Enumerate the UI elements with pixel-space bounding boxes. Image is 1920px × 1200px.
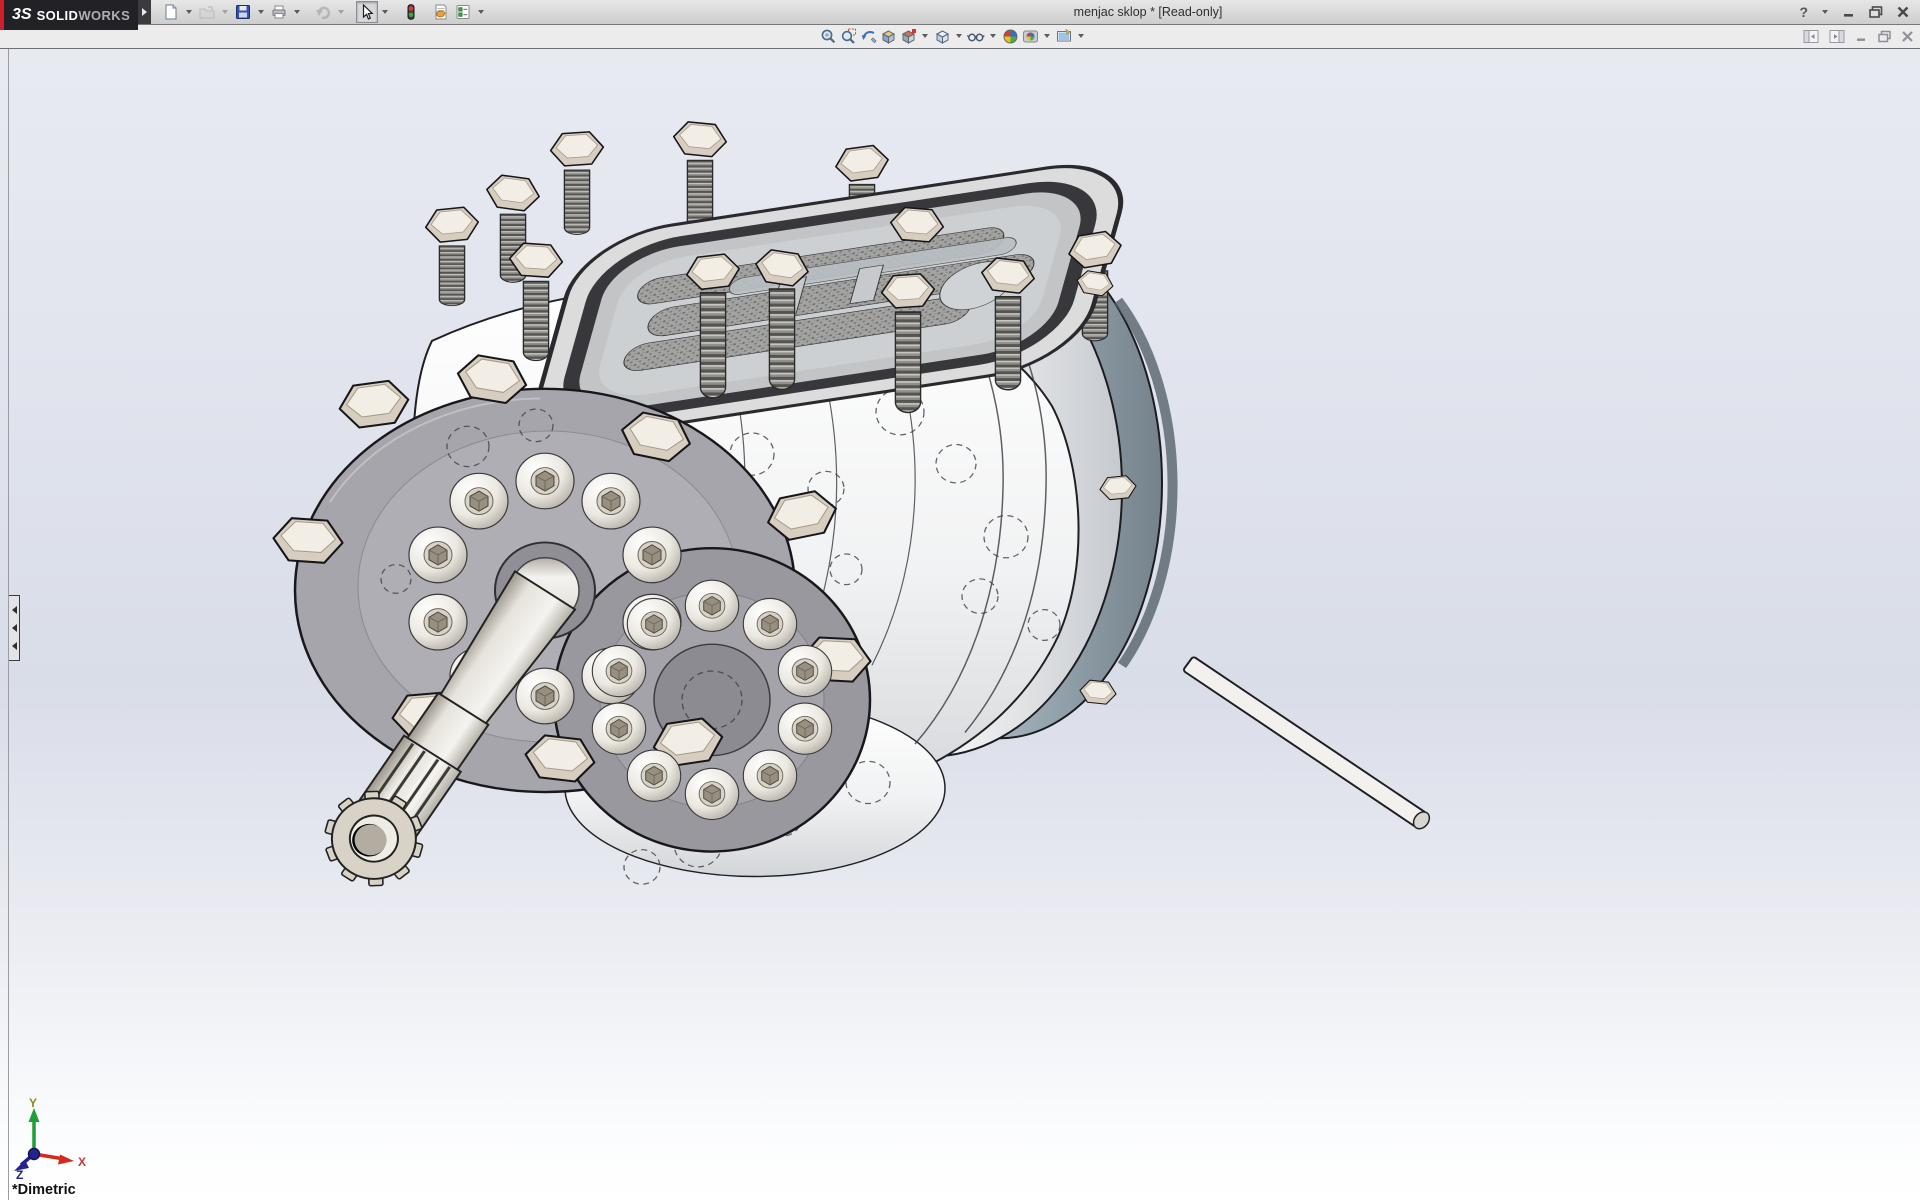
collapse-arrow-icon (12, 642, 17, 650)
collapse-right-pane-button[interactable] (1829, 29, 1846, 44)
options-button[interactable] (452, 1, 474, 23)
view-settings-dropdown[interactable] (1074, 25, 1088, 47)
zoom-to-area-button[interactable] (838, 26, 858, 46)
triad-y-label: Y (29, 1096, 37, 1110)
featuremanager-collapsed-tab[interactable] (9, 595, 20, 661)
minimize-button[interactable] (1842, 5, 1856, 19)
document-window-bar (0, 24, 1920, 49)
window-title: menjac sklop * [Read-only] (1074, 0, 1223, 24)
display-style-button[interactable] (932, 26, 952, 46)
select-button[interactable] (356, 1, 378, 23)
hide-show-items-dropdown[interactable] (986, 25, 1000, 47)
collapse-arrow-icon (12, 606, 17, 614)
undo-arrow-icon (315, 4, 331, 20)
view-orientation-label: *Dimetric (12, 1182, 76, 1198)
eyeglasses-icon (967, 28, 985, 45)
close-button[interactable] (1896, 5, 1910, 19)
collapse-left-pane-button[interactable] (1803, 29, 1820, 44)
rebuild-traffic-light-icon (403, 4, 419, 20)
menu-expand-tab[interactable] (138, 0, 151, 24)
save-button[interactable] (232, 1, 254, 23)
options-dropdown[interactable] (474, 1, 488, 23)
zoom-to-area-icon (840, 28, 857, 45)
view-settings-icon (1056, 28, 1073, 45)
apply-scene-button[interactable] (1020, 26, 1040, 46)
main-toolbar (160, 0, 488, 24)
open-document-button[interactable] (196, 1, 218, 23)
zoom-to-fit-button[interactable] (818, 26, 838, 46)
select-dropdown[interactable] (378, 1, 392, 23)
help-button[interactable]: ? (1799, 4, 1808, 20)
section-view-button[interactable] (878, 26, 898, 46)
open-document-dropdown[interactable] (218, 1, 232, 23)
zoom-to-fit-icon (820, 28, 837, 45)
select-cursor-icon (359, 4, 375, 20)
undo-dropdown[interactable] (334, 1, 348, 23)
file-properties-icon (433, 4, 449, 20)
edit-appearance-button[interactable] (1000, 26, 1020, 46)
app-logo: 3S SOLIDWORKS (0, 0, 138, 30)
triad-y-arrow (29, 1108, 40, 1122)
open-folder-icon (199, 4, 215, 20)
view-settings-button[interactable] (1054, 26, 1074, 46)
close-document-button[interactable] (1901, 30, 1914, 43)
rebuild-button[interactable] (400, 1, 422, 23)
window-controls: ? (1799, 0, 1910, 24)
brand-name-light: WORKS (78, 8, 130, 23)
triad-origin (29, 1149, 40, 1160)
print-button[interactable] (268, 1, 290, 23)
previous-view-icon (860, 28, 877, 45)
section-view-icon (880, 28, 897, 45)
save-floppy-icon (235, 4, 251, 20)
document-window-controls (1803, 24, 1914, 48)
output-shaft (1183, 656, 1433, 832)
graphics-area[interactable]: Y X Z *Dimetric (0, 49, 1920, 1200)
undo-button[interactable] (312, 1, 334, 23)
file-properties-button[interactable] (430, 1, 452, 23)
appearance-ball-icon (1002, 28, 1019, 45)
print-dropdown[interactable] (290, 1, 304, 23)
help-dropdown[interactable] (1820, 1, 1830, 23)
new-document-icon (163, 4, 179, 20)
brand-name-bold: SOLID (37, 8, 79, 23)
previous-view-button[interactable] (858, 26, 878, 46)
display-style-dropdown[interactable] (952, 25, 966, 47)
view-orientation-button[interactable] (898, 26, 918, 46)
expand-arrow-icon (142, 8, 147, 16)
restore-document-button[interactable] (1877, 30, 1892, 43)
view-orientation-dropdown[interactable] (918, 25, 932, 47)
apply-scene-icon (1022, 28, 1039, 45)
gearbox-assembly-model (0, 49, 1920, 1200)
options-checklist-icon (455, 4, 471, 20)
save-dropdown[interactable] (254, 1, 268, 23)
triad-x-label: X (78, 1155, 86, 1169)
heads-up-view-toolbar (818, 24, 1088, 48)
view-orientation-icon (900, 28, 917, 45)
triad-x-arrow (58, 1155, 74, 1165)
minimize-document-button[interactable] (1855, 30, 1868, 43)
display-style-icon (934, 28, 951, 45)
print-icon (271, 4, 287, 20)
restore-button[interactable] (1868, 5, 1884, 19)
hide-show-items-button[interactable] (966, 26, 986, 46)
collapse-arrow-icon (12, 624, 17, 632)
logo-red-accent (0, 0, 4, 30)
reference-triad: Y X Z (4, 1096, 100, 1180)
apply-scene-dropdown[interactable] (1040, 25, 1054, 47)
triad-z-label: Z (16, 1168, 23, 1180)
new-document-button[interactable] (160, 1, 182, 23)
logo-3ds-icon: 3S (12, 6, 32, 24)
title-bar: menjac sklop * [Read-only] (0, 0, 1920, 25)
new-document-dropdown[interactable] (182, 1, 196, 23)
